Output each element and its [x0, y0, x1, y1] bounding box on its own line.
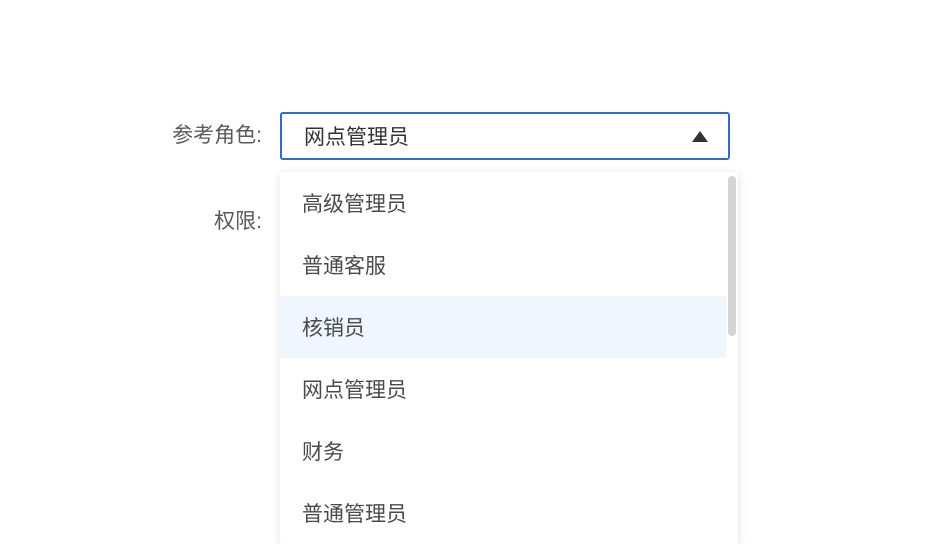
dropdown-scrollbar[interactable]	[726, 172, 738, 544]
dropdown-option[interactable]: 财务	[280, 420, 726, 482]
scrollbar-thumb[interactable]	[728, 176, 736, 336]
role-select[interactable]: 网点管理员	[280, 112, 730, 160]
role-select-value: 网点管理员	[304, 121, 409, 151]
role-dropdown: 高级管理员 普通客服 核销员 网点管理员 财务 普通管理员	[280, 172, 738, 544]
dropdown-option[interactable]: 普通客服	[280, 234, 726, 296]
dropdown-option[interactable]: 核销员	[280, 296, 726, 358]
caret-up-icon	[692, 131, 708, 142]
role-dropdown-list: 高级管理员 普通客服 核销员 网点管理员 财务 普通管理员	[280, 172, 726, 544]
dropdown-option[interactable]: 网点管理员	[280, 358, 726, 420]
dropdown-option[interactable]: 普通管理员	[280, 482, 726, 544]
role-select-wrapper: 网点管理员 高级管理员 普通客服 核销员 网点管理员 财务 普通管理员	[280, 112, 730, 160]
role-row: 参考角色: 网点管理员 高级管理员 普通客服 核销员 网点管理员 财务 普通管理…	[0, 112, 730, 160]
role-label: 参考角色:	[0, 112, 280, 160]
permission-label: 权限:	[0, 198, 280, 246]
dropdown-option[interactable]: 高级管理员	[280, 172, 726, 234]
